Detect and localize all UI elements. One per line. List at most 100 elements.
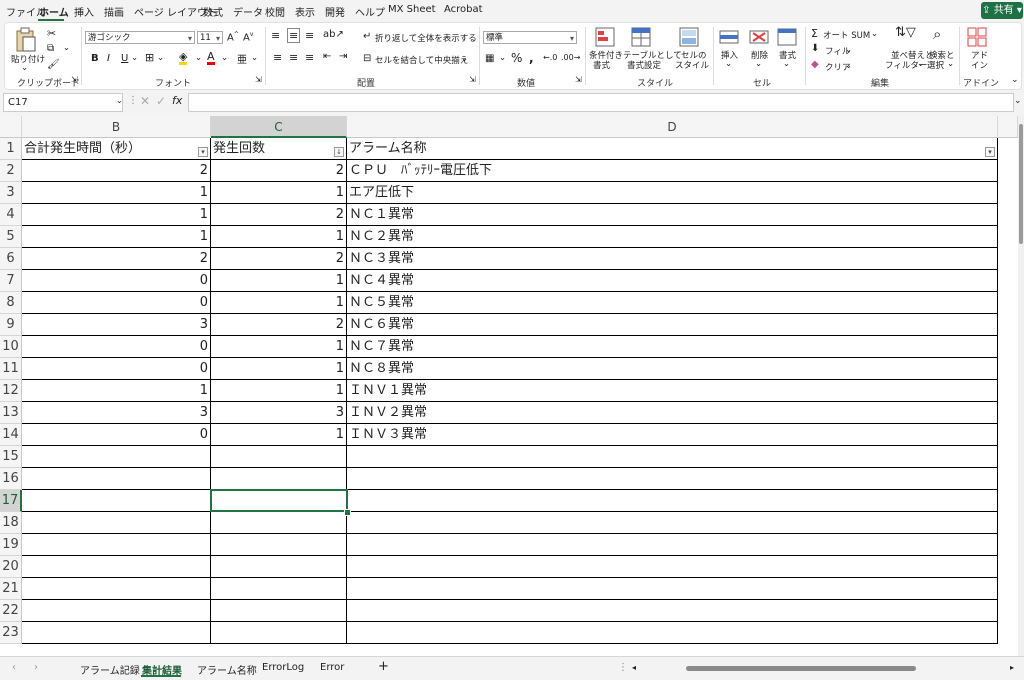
formula-input[interactable] [188,93,1014,112]
addins-label-2[interactable]: イン [971,59,988,71]
row-header[interactable]: 15 [0,446,22,468]
row-header[interactable]: 16 [0,468,22,490]
table-cell[interactable]: 1 [211,380,347,402]
table-cell[interactable] [211,622,347,644]
decrease-indent-icon[interactable]: ⇤ [323,51,331,62]
font-launcher-icon[interactable]: ⇲ [255,75,262,84]
table-cell[interactable]: 2 [211,160,347,182]
tab-mx-sheet[interactable]: MX Sheet [388,4,436,15]
table-cell[interactable]: 1 [211,226,347,248]
decrease-font-icon[interactable]: Av [243,31,253,43]
increase-font-icon[interactable]: A^ [227,31,239,43]
table-cell[interactable]: ＩＮＶ１異常 [347,380,998,402]
table-cell[interactable]: 0 [22,336,211,358]
table-cell[interactable]: ＮＣ６異常 [347,314,998,336]
font-color-icon[interactable]: A [207,51,215,65]
table-cell[interactable]: 1 [22,204,211,226]
table-cell[interactable] [347,622,998,644]
table-cell[interactable] [211,534,347,556]
table-cell[interactable]: 2 [211,248,347,270]
conditional-format-label-2[interactable]: 書式 [593,59,610,71]
table-cell[interactable]: ＮＣ４異常 [347,270,998,292]
table-cell[interactable] [347,578,998,600]
font-name-select[interactable]: 游ゴシック [85,31,195,44]
row-header[interactable]: 6 [0,248,22,270]
row-header[interactable]: 1 [0,138,22,160]
collapse-ribbon-icon[interactable]: ⌄ [1011,75,1019,85]
add-sheet-icon[interactable]: + [378,659,389,674]
find-select-label-2[interactable]: 選択 [927,59,944,71]
accounting-format-icon[interactable]: ▦ [485,53,494,64]
find-dropdown-icon[interactable]: ⌄ [947,59,954,69]
tab-review[interactable]: 校閲 [265,4,285,19]
fill-handle[interactable] [344,509,351,516]
table-cell[interactable]: エア圧低下 [347,182,998,204]
font-size-select[interactable]: 11 [197,31,223,44]
table-cell[interactable] [347,600,998,622]
borders-dropdown-icon[interactable]: ⌄ [157,53,164,63]
row-header[interactable]: 19 [0,534,22,556]
align-top-icon[interactable]: ≡ [271,29,280,42]
row-header[interactable]: 13 [0,402,22,424]
table-cell[interactable] [22,578,211,600]
table-cell[interactable]: ＮＣ１異常 [347,204,998,226]
table-cell[interactable] [347,490,998,512]
table-cell[interactable]: 2 [211,314,347,336]
table-cell[interactable] [22,600,211,622]
table-cell[interactable]: 0 [22,292,211,314]
table-cell[interactable] [22,468,211,490]
table-header-cell[interactable]: アラーム名称 ▾ [347,138,998,160]
filter-dropdown-icon[interactable]: ▾ [198,147,208,157]
row-header[interactable]: 4 [0,204,22,226]
table-cell[interactable]: 1 [211,182,347,204]
table-cell[interactable]: ＮＣ３異常 [347,248,998,270]
phonetic-icon[interactable]: 亜 [237,51,247,66]
scroll-right-icon[interactable]: ▸ [1010,663,1014,672]
tab-home[interactable]: ホーム [39,4,69,19]
sheet-tab-error[interactable]: Error [320,662,344,673]
tab-view[interactable]: 表示 [295,4,315,19]
merge-center-button[interactable]: セルを結合して中央揃え [375,54,468,66]
format-as-table-icon[interactable] [631,27,651,47]
table-cell[interactable]: 1 [211,424,347,446]
format-painter-icon[interactable]: 🖌 [47,59,60,70]
table-cell[interactable] [22,534,211,556]
table-cell[interactable]: 2 [22,160,211,182]
expand-formula-icon[interactable]: ⌄ [1014,96,1022,106]
conditional-format-icon[interactable] [595,27,615,47]
row-header[interactable]: 10 [0,336,22,358]
clipboard-launcher-icon[interactable]: ⇲ [71,75,78,84]
tab-help[interactable]: ヘルプ [355,4,385,19]
select-all-corner[interactable] [0,116,22,138]
row-header[interactable]: 11 [0,358,22,380]
table-cell[interactable] [347,446,998,468]
enter-icon[interactable]: ✓ [156,94,166,108]
alignment-launcher-icon[interactable]: ⇲ [469,75,476,84]
find-select-icon[interactable]: ⌕ [933,25,941,43]
tab-insert[interactable]: 挿入 [74,4,94,19]
merge-dropdown-icon[interactable]: ⌄ [461,54,468,64]
copy-dropdown-icon[interactable]: ⌄ [63,43,70,53]
table-cell[interactable] [211,468,347,490]
table-cell[interactable] [22,490,211,512]
format-cells-icon[interactable] [777,27,797,47]
percent-icon[interactable]: % [511,51,522,65]
vertical-scrollbar[interactable] [1018,116,1024,656]
sort-dropdown-icon[interactable]: ⌄ [917,59,924,69]
table-cell[interactable] [347,556,998,578]
row-header[interactable]: 2 [0,160,22,182]
tab-data[interactable]: データ [233,4,263,19]
delete-dropdown-icon[interactable]: ⌄ [755,59,762,69]
italic-icon[interactable]: I [107,53,110,64]
table-cell[interactable] [211,578,347,600]
row-header[interactable]: 3 [0,182,22,204]
number-launcher-icon[interactable]: ⇲ [575,75,582,84]
accounting-dropdown-icon[interactable]: ⌄ [499,53,506,63]
align-right-icon[interactable]: ≡ [305,51,314,64]
autosum-button[interactable]: オート SUM [823,29,870,41]
column-header-e[interactable] [998,116,1018,138]
column-header-b[interactable]: B [22,116,211,138]
row-header[interactable]: 8 [0,292,22,314]
paste-icon[interactable] [15,27,37,53]
table-cell[interactable]: ＣＰＵ ﾊﾞｯﾃﾘｰ電圧低下 [347,160,998,182]
